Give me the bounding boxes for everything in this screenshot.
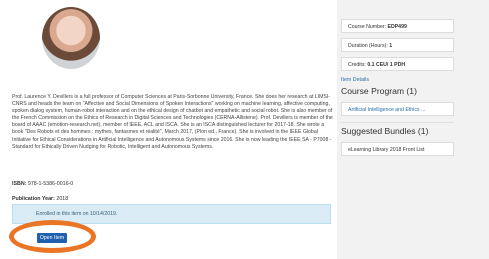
suggested-bundle-item-label: eLearning Library 2018 Front List [348,147,425,153]
item-details-link[interactable]: Item Details [341,77,369,83]
duration-value: 1 [389,43,393,49]
course-program-heading: Course Program (1) [341,86,417,96]
course-number-box: Course Number: EDP499 [341,19,454,33]
credits-value: 0.1 CEU/ 1 PDH [367,62,406,68]
isbn-value: 978-1-5386-0016-0 [27,181,74,187]
publication-year: Publication Year: 2018 [12,196,68,202]
credits-box: Credits: 0.1 CEU/ 1 PDH [341,57,454,71]
publication-year-label: Publication Year: [12,196,55,202]
item-sidebar: Course Number: EDP499 Duration (Hours): … [341,0,489,259]
isbn: ISBN: 978-1-5386-0016-0 [12,181,73,187]
suggested-bundles-heading: Suggested Bundles (1) [341,126,429,136]
item-detail-panel: Prof. Laurence Y. Devillers is a full pr… [0,0,337,259]
course-program-item[interactable]: Artificial Intelligence and Ethics ... [341,102,454,116]
enrollment-notice-text: Enrolled in this item on 10/14/2019. [36,211,118,217]
suggested-bundle-item[interactable]: eLearning Library 2018 Front List [341,142,454,156]
duration-box: Duration (Hours): 1 [341,38,454,52]
duration-label: Duration (Hours): [348,43,388,49]
author-photo [42,7,100,69]
course-number-value: EDP499 [387,24,407,30]
open-item-button[interactable]: Open Item [37,233,67,243]
author-bio: Prof. Laurence Y. Devillers is a full pr… [12,94,333,150]
course-number-label: Course Number: [348,24,387,30]
publication-year-value: 2018 [56,196,69,202]
isbn-label: ISBN: [12,181,27,187]
course-program-item-label: Artificial Intelligence and Ethics ... [348,107,426,113]
credits-label: Credits: [348,62,366,68]
sidebar-divider [341,122,454,123]
